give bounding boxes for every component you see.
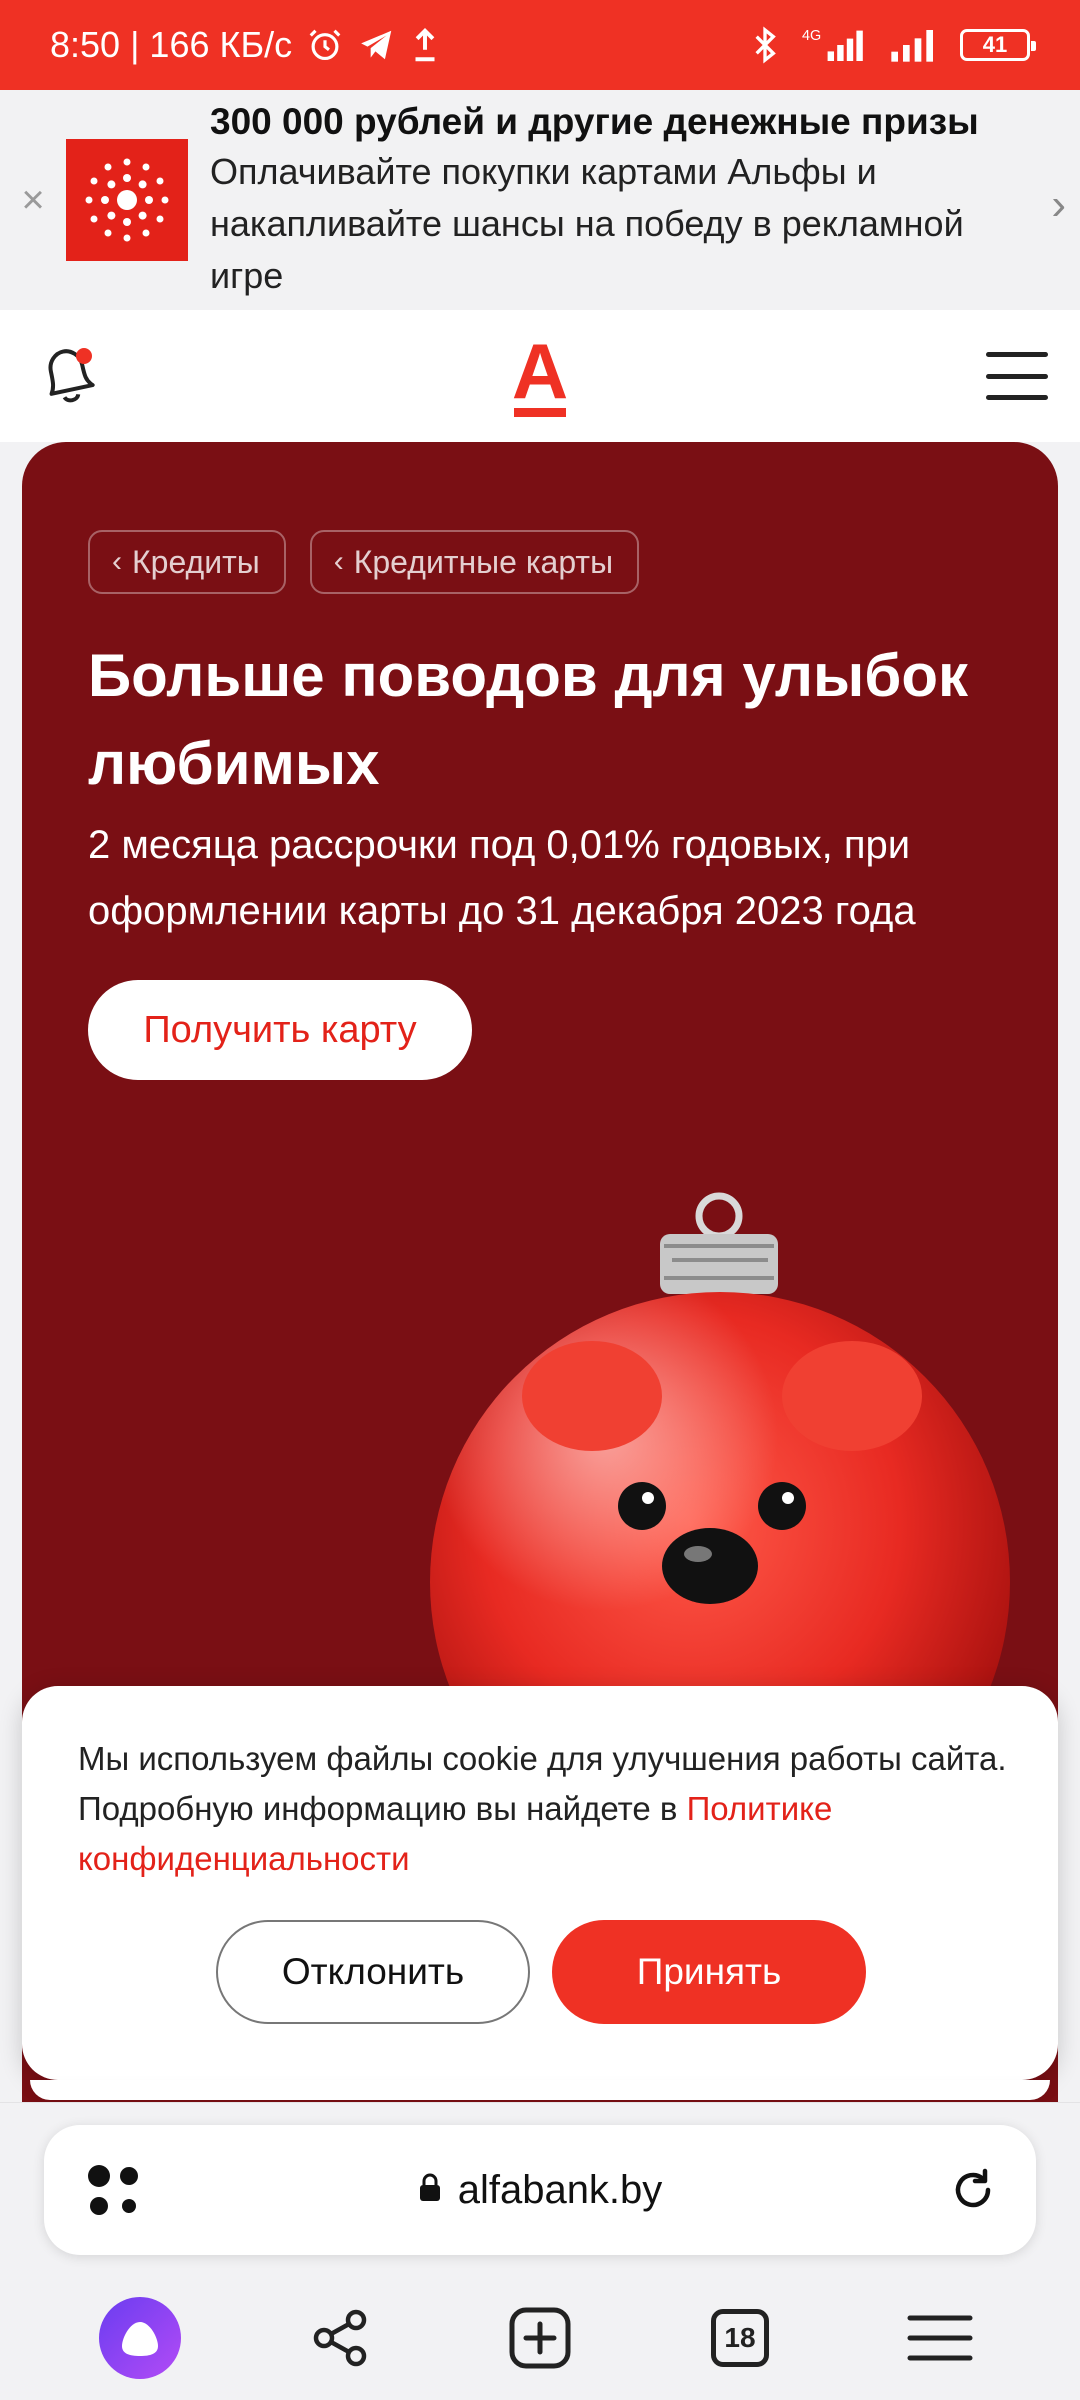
chevron-left-icon: ‹ xyxy=(112,545,122,578)
browser-menu-icon[interactable] xyxy=(895,2293,985,2383)
signal-icon xyxy=(888,25,938,65)
cookie-message: Мы используем файлы cookie для улучшения… xyxy=(78,1734,1018,1884)
reload-icon[interactable] xyxy=(948,2165,998,2215)
breadcrumb-credits[interactable]: ‹ Кредиты xyxy=(88,530,286,594)
alice-assistant-button[interactable] xyxy=(95,2293,185,2383)
svg-text:А: А xyxy=(512,334,568,415)
browser-bottom-bar: alfabank.by 18 xyxy=(0,2102,1080,2400)
battery-level: 41 xyxy=(982,32,1008,57)
cookie-text: Мы используем файлы cookie для улучшения… xyxy=(78,1740,1007,1827)
promo-title: 300 000 рублей и другие денежные призы xyxy=(210,101,979,142)
chevron-right-icon[interactable]: › xyxy=(1051,180,1066,230)
hero-subtitle: 2 месяца рассрочки под 0,01% годовых, пр… xyxy=(88,823,916,933)
accept-button[interactable]: Принять xyxy=(552,1920,866,2024)
share-icon[interactable] xyxy=(295,2293,385,2383)
get-card-button[interactable]: Получить карту xyxy=(88,980,472,1080)
alarm-icon xyxy=(306,26,344,64)
upload-icon xyxy=(410,26,440,64)
menu-icon[interactable] xyxy=(986,352,1048,400)
close-icon[interactable]: × xyxy=(0,178,66,223)
chevron-left-icon: ‹ xyxy=(333,545,344,578)
signal-4g-icon: 4G xyxy=(802,25,866,65)
alfa-logo[interactable]: А xyxy=(510,327,570,424)
battery-icon: 41 xyxy=(960,29,1036,61)
svg-text:4G: 4G xyxy=(802,28,821,44)
hero-title: Больше поводов для улыбок любимых xyxy=(88,642,969,797)
decline-button[interactable]: Отклонить xyxy=(216,1920,530,2024)
status-bar: 8:50 | 166 КБ/с 4G 41 xyxy=(0,0,1080,90)
url-text: alfabank.by xyxy=(457,2167,663,2212)
url-display[interactable]: alfabank.by xyxy=(44,2125,1036,2255)
breadcrumb-label: Кредиты xyxy=(132,543,260,580)
bell-icon[interactable] xyxy=(34,340,100,410)
breadcrumb-credit-cards[interactable]: ‹ Кредитные карты xyxy=(309,530,640,594)
bluetooth-icon xyxy=(750,25,780,65)
tabs-count: 18 xyxy=(711,2309,769,2367)
tabs-button[interactable]: 18 xyxy=(695,2293,785,2383)
browser-nav: 18 xyxy=(0,2275,1080,2400)
breadcrumb: ‹ Кредиты ‹ Кредитные карты xyxy=(88,530,640,594)
new-tab-icon[interactable] xyxy=(495,2293,585,2383)
promo-description: Оплачивайте покупки картами Альфы и нака… xyxy=(210,151,964,296)
content-card-edge xyxy=(30,2080,1050,2100)
burst-icon xyxy=(85,158,169,242)
alice-icon xyxy=(99,2297,181,2379)
lock-icon xyxy=(418,2168,442,2213)
promo-image xyxy=(66,139,188,261)
status-time-speed: 8:50 | 166 КБ/с xyxy=(50,24,293,65)
telegram-icon xyxy=(358,26,396,64)
breadcrumb-label: Кредитные карты xyxy=(353,543,614,580)
cookie-dialog: Мы используем файлы cookie для улучшения… xyxy=(22,1686,1058,2080)
promo-banner[interactable]: × 300 000 рублей и другие денежные призы… xyxy=(0,90,1080,310)
site-header: А xyxy=(0,310,1080,442)
address-bar[interactable]: alfabank.by xyxy=(44,2125,1036,2255)
